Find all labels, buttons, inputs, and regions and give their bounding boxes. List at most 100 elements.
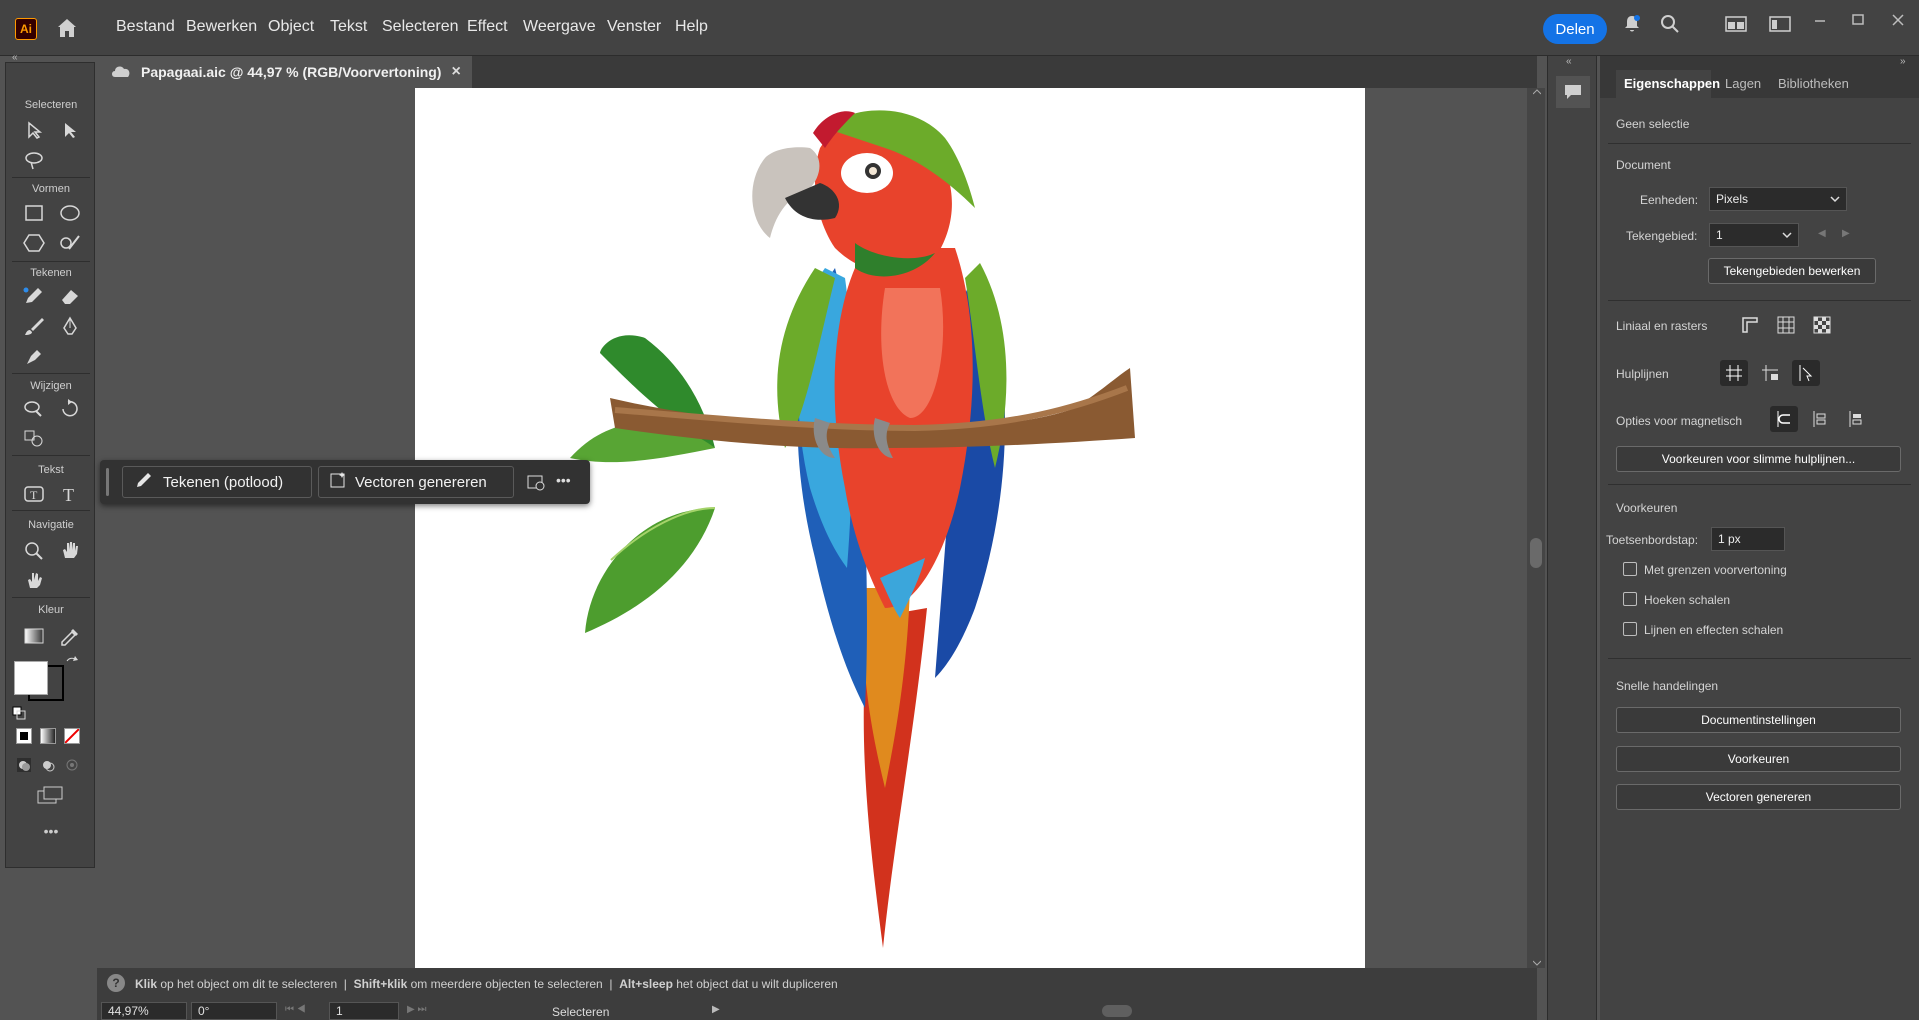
- direct-selection-tool-icon[interactable]: [56, 117, 84, 143]
- rotate-tool-icon[interactable]: [56, 396, 84, 422]
- draw-normal-icon[interactable]: [16, 757, 32, 773]
- close-window-icon[interactable]: [1886, 8, 1910, 32]
- default-colors-icon[interactable]: [12, 706, 26, 720]
- swap-fill-stroke-icon[interactable]: [65, 656, 79, 670]
- draw-behind-icon[interactable]: [40, 757, 56, 773]
- zoom-field[interactable]: 44,97%: [101, 1002, 187, 1020]
- previous-artboard-icon[interactable]: ◀: [1818, 228, 1826, 239]
- units-dropdown[interactable]: Pixels: [1709, 187, 1847, 211]
- tab-bibliotheken[interactable]: Bibliotheken: [1778, 76, 1849, 91]
- draw-inside-icon[interactable]: [64, 757, 80, 773]
- preview-bounds-checkbox[interactable]: [1623, 562, 1637, 576]
- draw-pencil-button[interactable]: Tekenen (potlood): [122, 466, 312, 498]
- menu-venster[interactable]: Venster: [607, 18, 661, 36]
- gradient-tool-icon[interactable]: [20, 623, 48, 649]
- bell-icon[interactable]: [1620, 12, 1644, 36]
- scale-corners-checkbox[interactable]: [1623, 592, 1637, 606]
- type-tool-icon[interactable]: T: [56, 481, 84, 507]
- preferences-button[interactable]: Voorkeuren: [1616, 746, 1901, 772]
- artboard-nav-first-icon[interactable]: ⏮ ◀: [285, 1004, 306, 1015]
- selection-tool-icon[interactable]: [20, 117, 48, 143]
- eraser-tool-icon[interactable]: [56, 283, 84, 309]
- next-artboard-icon[interactable]: ▶: [1842, 228, 1850, 239]
- smart-guides-preferences-button[interactable]: Voorkeuren voor slimme hulplijnen...: [1616, 446, 1901, 472]
- share-button[interactable]: Delen: [1543, 14, 1607, 44]
- document-setup-button[interactable]: Documentinstellingen: [1616, 707, 1901, 733]
- tab-eigenschappen[interactable]: Eigenschappen: [1624, 76, 1720, 91]
- keyboard-increment-input[interactable]: 1 px: [1711, 527, 1785, 551]
- grid-icon[interactable]: [1772, 312, 1800, 338]
- maximize-icon[interactable]: [1846, 8, 1870, 32]
- generate-vectors-quick-button[interactable]: Vectoren genereren: [1616, 784, 1901, 810]
- hand-tool-icon[interactable]: [56, 537, 84, 563]
- lock-guides-icon[interactable]: [1756, 360, 1784, 386]
- shaper-tool-icon[interactable]: [56, 230, 84, 256]
- scroll-thumb[interactable]: [1530, 538, 1542, 568]
- vertical-scrollbar[interactable]: [1527, 88, 1545, 968]
- scale-strokes-checkbox[interactable]: [1623, 622, 1637, 636]
- smart-guides-icon[interactable]: [1792, 360, 1820, 386]
- shape-builder-tool-icon[interactable]: [20, 425, 48, 451]
- tab-lagen[interactable]: Lagen: [1725, 76, 1761, 91]
- curvature-tool-icon[interactable]: [20, 343, 48, 369]
- collapse-panel-icon[interactable]: »: [1900, 56, 1906, 67]
- menu-object[interactable]: Object: [268, 18, 314, 36]
- menu-bewerken[interactable]: Bewerken: [186, 18, 257, 36]
- status-mode[interactable]: Selecteren: [552, 1005, 609, 1019]
- pencil-tool-icon[interactable]: [20, 283, 48, 309]
- artboard[interactable]: [415, 88, 1365, 968]
- ellipse-tool-icon[interactable]: [56, 200, 84, 226]
- screen-mode-icon[interactable]: [36, 785, 66, 805]
- scroll-up-icon[interactable]: [1532, 88, 1542, 99]
- status-menu-icon[interactable]: ▶: [712, 1004, 720, 1015]
- menu-bestand[interactable]: Bestand: [116, 18, 175, 36]
- hscroll-thumb[interactable]: [1102, 1005, 1132, 1017]
- snap-to-pixel-icon[interactable]: [1806, 406, 1834, 432]
- home-icon[interactable]: [55, 16, 79, 40]
- expand-panels-icon[interactable]: «: [1566, 56, 1572, 67]
- image-options-icon[interactable]: [526, 472, 546, 497]
- artboard-dropdown[interactable]: 1: [1709, 223, 1799, 247]
- snap-to-point-icon[interactable]: [1770, 406, 1798, 432]
- more-options-button[interactable]: •••: [556, 472, 571, 488]
- edit-artboards-button[interactable]: Tekengebieden bewerken: [1708, 258, 1876, 284]
- generate-vectors-button[interactable]: Vectoren genereren: [318, 466, 514, 498]
- menu-selecteren[interactable]: Selecteren: [382, 18, 459, 36]
- eyedropper-tool-icon[interactable]: [56, 623, 84, 649]
- ruler-icon[interactable]: [1736, 312, 1764, 338]
- gradient-mode-icon[interactable]: [40, 728, 56, 744]
- none-mode-icon[interactable]: [64, 728, 80, 744]
- artboard-nav-last-icon[interactable]: ▶ ⏭: [407, 1004, 426, 1015]
- menu-help[interactable]: Help: [675, 18, 708, 36]
- rectangle-tool-icon[interactable]: [20, 200, 48, 226]
- more-tools-button[interactable]: •••: [6, 823, 96, 839]
- panel-layout-icon[interactable]: [1768, 12, 1792, 36]
- search-icon[interactable]: [1658, 12, 1682, 36]
- menu-effect[interactable]: Effect: [467, 18, 508, 36]
- artboard-number-field[interactable]: 1: [329, 1002, 399, 1020]
- zoom-tool-icon[interactable]: [20, 537, 48, 563]
- lasso-tool-icon[interactable]: [20, 147, 48, 173]
- workspace-icon[interactable]: [1724, 12, 1748, 36]
- drag-handle[interactable]: [106, 468, 109, 496]
- help-icon[interactable]: ?: [107, 974, 125, 992]
- rotate-view-tool-icon[interactable]: [20, 567, 48, 593]
- paintbrush-tool-icon[interactable]: [20, 313, 48, 339]
- type-on-path-tool-icon[interactable]: T: [20, 481, 48, 507]
- color-mode-icon[interactable]: [16, 728, 32, 744]
- fill-swatch[interactable]: [14, 661, 48, 695]
- menu-weergave[interactable]: Weergave: [523, 18, 596, 36]
- close-tab-icon[interactable]: ×: [451, 63, 460, 81]
- comments-icon[interactable]: [1556, 76, 1590, 108]
- warp-tool-icon[interactable]: [20, 396, 48, 422]
- menu-tekst[interactable]: Tekst: [330, 18, 367, 36]
- polygon-tool-icon[interactable]: [20, 230, 48, 256]
- show-guides-icon[interactable]: [1720, 360, 1748, 386]
- snap-to-glyph-icon[interactable]: [1842, 406, 1870, 432]
- document-tab[interactable]: Papagaai.aic @ 44,97 % (RGB/Voorvertonin…: [97, 56, 472, 88]
- transparency-grid-icon[interactable]: [1808, 312, 1836, 338]
- rotation-field[interactable]: 0°: [191, 1002, 277, 1020]
- horizontal-scrollbar[interactable]: [732, 1004, 1522, 1018]
- pen-tool-icon[interactable]: [56, 313, 84, 339]
- minimize-icon[interactable]: [1808, 8, 1832, 32]
